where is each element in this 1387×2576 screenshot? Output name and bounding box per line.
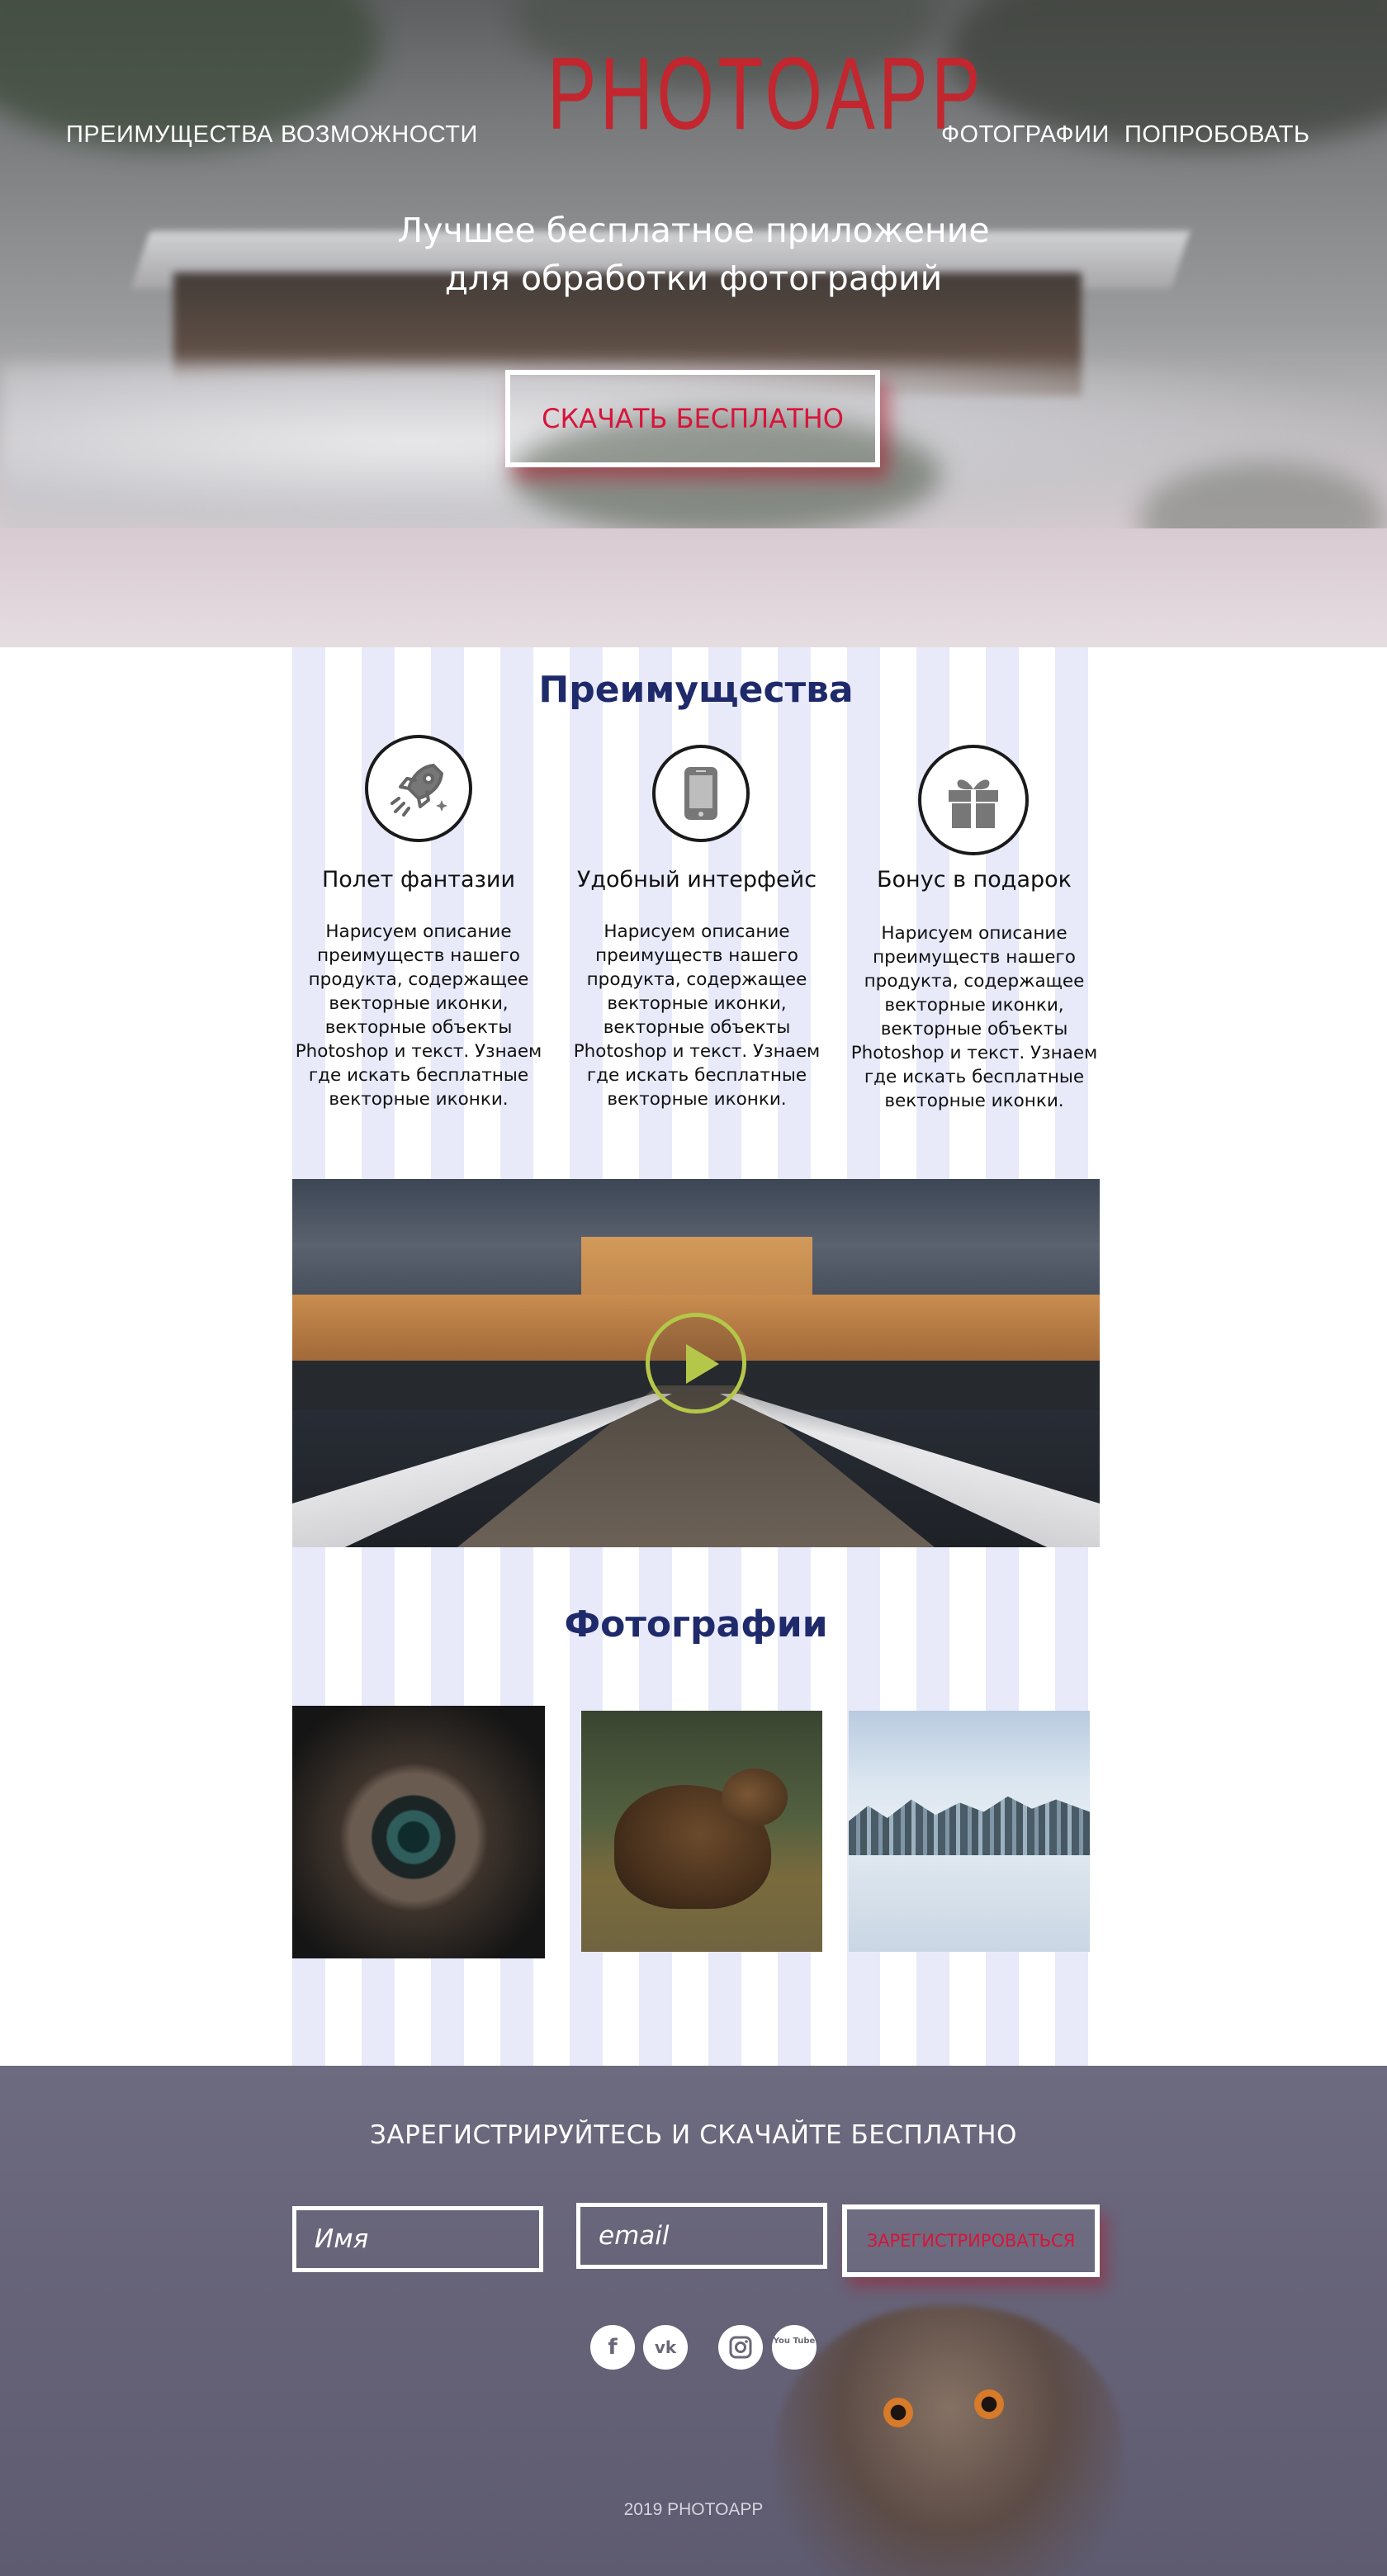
feature-description-line: векторные объекты: [880, 1019, 1068, 1039]
feature-description: Нарисуем описание преимуществ нашего про…: [286, 920, 551, 1111]
nav-link-photos[interactable]: ФОТОГРАФИИ: [941, 118, 1110, 151]
photo-winter-forest[interactable]: [849, 1711, 1090, 1952]
bear-head: [722, 1769, 788, 1826]
footer-bg-owl-eye: [883, 2398, 913, 2427]
feature-icon-circle: [918, 745, 1029, 855]
name-field[interactable]: [292, 2206, 543, 2272]
register-button[interactable]: ЗАРЕГИСТРИРОВАТЬСЯ: [842, 2204, 1100, 2277]
feature-description-line: векторные иконки.: [884, 1091, 1064, 1111]
feature-description-line: Нарисуем описание: [325, 921, 512, 942]
footer-bg-owl: [776, 2305, 1123, 2576]
feature-description-line: векторные иконки,: [884, 995, 1064, 1016]
feature-description-line: продукта, содержащее: [308, 969, 529, 990]
feature-description-line: векторные иконки,: [607, 993, 787, 1014]
email-field[interactable]: [576, 2203, 827, 2269]
advantages-title: Преимущества: [538, 669, 854, 711]
smartphone-icon: [684, 767, 717, 820]
vk-icon[interactable]: vk: [643, 2325, 688, 2370]
feature-description-line: Photoshop и текст. Узнаем: [850, 1043, 1098, 1063]
feature-description-line: векторные иконки.: [607, 1089, 787, 1110]
feature-description-line: векторные иконки,: [329, 993, 509, 1014]
feature-description: Нарисуем описание преимуществ нашего про…: [565, 920, 829, 1111]
feature-description-line: продукта, содержащее: [586, 969, 807, 990]
youtube-icon[interactable]: You Tube: [772, 2325, 817, 2370]
hero-title-line: Лучшее бесплатное приложение: [397, 211, 990, 250]
feature-description-line: продукта, содержащее: [864, 971, 1085, 992]
feature-description-line: преимуществ нашего: [317, 945, 520, 966]
hero-title-line: для обработки фотографий: [444, 258, 943, 298]
winter-trees: [849, 1796, 1090, 1855]
feature-description-line: где искать бесплатные: [864, 1067, 1085, 1087]
photo-eye[interactable]: [292, 1706, 545, 1958]
photos-title: Фотографии: [564, 1603, 828, 1646]
feature-description-line: Нарисуем описание: [604, 921, 790, 942]
feature-description-line: где искать бесплатные: [308, 1065, 529, 1086]
feature-title: Удобный интерфейс: [576, 867, 817, 893]
feature-description-line: преимуществ нашего: [595, 945, 798, 966]
nav-link-try[interactable]: ПОПРОБОВАТЬ: [1124, 118, 1309, 151]
feature-icon-circle: [652, 745, 750, 842]
gift-icon: [949, 779, 998, 828]
facebook-icon[interactable]: f: [590, 2325, 635, 2370]
feature-title: Бонус в подарок: [877, 867, 1072, 893]
copyright: 2019 PHOTOAPP: [623, 2500, 764, 2519]
feature-description-line: векторные объекты: [603, 1017, 791, 1038]
play-button[interactable]: [646, 1313, 746, 1413]
feature-description-line: векторные объекты: [324, 1017, 513, 1038]
photo-bear[interactable]: [581, 1711, 822, 1952]
hero-section: ПРЕИМУЩЕСТВА ВОЗМОЖНОСТИ PHOTOAPP ФОТОГР…: [0, 0, 1387, 647]
feature-description-line: где искать бесплатные: [586, 1065, 807, 1086]
feature-description-line: преимуществ нашего: [873, 947, 1076, 968]
feature-description-line: Photoshop и текст. Узнаем: [573, 1041, 821, 1062]
nav-link-advantages[interactable]: ПРЕИМУЩЕСТВА: [66, 118, 273, 151]
play-icon: [686, 1344, 719, 1384]
instagram-glyph: [729, 2336, 752, 2359]
feature-description-line: Нарисуем описание: [881, 923, 1067, 944]
feature-description: Нарисуем описание преимуществ нашего про…: [842, 921, 1106, 1113]
logo[interactable]: PHOTOAPP: [547, 36, 981, 152]
instagram-icon[interactable]: [718, 2325, 763, 2370]
feature-title: Полет фантазии: [321, 867, 515, 893]
feature-description-line: Photoshop и текст. Узнаем: [295, 1041, 542, 1062]
hero-title: Лучшее бесплатное приложение для обработ…: [281, 206, 1106, 302]
signup-title: ЗАРЕГИСТРИРУЙТЕСЬ И СКАЧАЙТЕ БЕСПЛАТНО: [370, 2120, 1017, 2150]
feature-icon-circle: [365, 735, 472, 842]
download-free-button[interactable]: СКАЧАТЬ БЕСПЛАТНО: [505, 370, 880, 467]
footer-bg-owl-eye: [974, 2389, 1004, 2419]
hero-bg-ground: [0, 528, 1387, 647]
rocket-icon: [391, 764, 447, 817]
video-player[interactable]: [292, 1179, 1100, 1547]
nav-link-features[interactable]: ВОЗМОЖНОСТИ: [281, 118, 478, 151]
footer-section: ЗАРЕГИСТРИРУЙТЕСЬ И СКАЧАЙТЕ БЕСПЛАТНО З…: [0, 2066, 1387, 2576]
feature-description-line: векторные иконки.: [329, 1089, 509, 1110]
